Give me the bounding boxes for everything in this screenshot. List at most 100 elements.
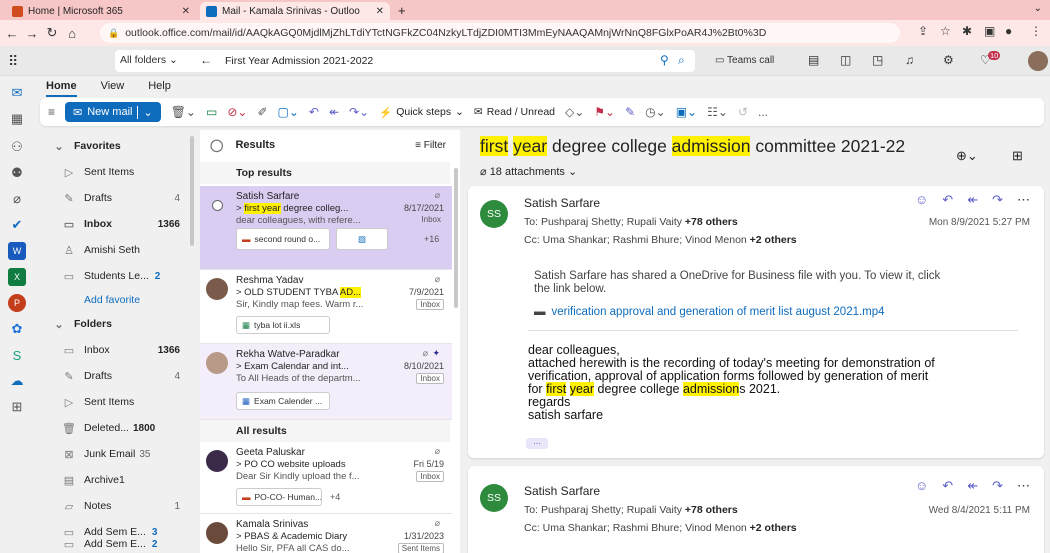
my-day-icon[interactable]: ◳ [872,53,883,67]
folder-item[interactable]: ✎ Drafts 4 [40,366,190,386]
folder-item[interactable]: ⊠ Junk Email 35 [40,444,190,464]
onedrive-link[interactable]: ▬ verification approval and generation of… [534,306,885,318]
attachment-chip[interactable]: ▬ second round o... [236,228,330,250]
folder-item[interactable]: ✎ Drafts 4 [40,188,190,208]
folder-item[interactable]: ▷ Sent Items [40,162,190,182]
avatar[interactable] [1028,51,1048,71]
pin-icon[interactable]: ✎ [625,105,635,119]
close-icon[interactable]: ✕ [182,6,190,17]
add-favorite-link[interactable]: Add favorite [40,290,190,310]
archive-icon[interactable]: ▭ [206,105,217,119]
hamburger-icon[interactable]: ≡ [48,105,55,119]
attachments-toggle[interactable]: ⌀ 18 attachments ⌄ [480,165,577,178]
reply-all-icon[interactable]: ↞ [967,478,978,494]
folder-item[interactable]: ▱ Notes 1 [40,496,190,516]
more-recipients[interactable]: +78 others [685,216,738,228]
zoom-icon[interactable]: ⊕⌄ [956,148,978,164]
calendar-icon[interactable]: ▦ [8,110,26,128]
flag-icon[interactable]: ⚑⌄ [594,105,615,119]
gear-icon[interactable]: ⚙ [943,53,954,67]
more-options-button[interactable]: ... [758,105,768,119]
chevron-down-icon[interactable]: ⌄ [137,105,153,119]
folder-item[interactable]: ▭ Students Le... 2 [40,266,190,286]
folder-scrollbar[interactable] [190,136,194,246]
select-checkbox[interactable] [212,200,223,211]
folders-header[interactable]: ⌄ Folders [40,314,190,334]
favorites-header[interactable]: ⌄ Favorites [40,136,190,156]
excel-icon[interactable]: X [8,268,26,286]
attachment-chip[interactable]: ▬ PO-CO- Human... [236,488,322,506]
onedrive-icon[interactable]: ☁ [8,372,26,390]
pin-icon[interactable]: ✦ [432,348,440,359]
list-item[interactable]: Rekha Watve-Paradkar ⌀ ✦ > Exam Calendar… [200,344,452,420]
url-field[interactable]: 🔒 outlook.office.com/mail/id/AAQkAGQ0Mjd… [100,23,900,43]
new-mail-button[interactable]: ✉ New mail ⌄ [65,102,161,122]
chevron-down-icon[interactable]: ⌄ [1034,3,1042,14]
tab-outlook-mail[interactable]: Mail - Kamala Srinivas - Outloo ✕ [200,2,390,20]
categorize-icon[interactable]: ◇⌄ [565,105,584,119]
forward-arrow-icon[interactable]: → [22,26,42,41]
list-item[interactable]: Kamala Srinivas ⌀ > PBAS & Academic Diar… [200,514,452,553]
tab-help[interactable]: Help [148,80,171,97]
message-sender[interactable]: Satish Sarfare [524,484,600,498]
emoji-reaction-icon[interactable]: ☺ [915,192,928,208]
sway-icon[interactable]: S [8,346,26,364]
reply-icon[interactable]: ↶ [942,478,953,494]
reload-icon[interactable]: ↻ [42,25,62,41]
todo-icon[interactable]: ✔ [8,216,26,234]
close-icon[interactable]: ✕ [376,6,384,17]
filter-button[interactable]: ≡ Filter [415,140,446,151]
open-new-window-icon[interactable]: ⊞ [1012,148,1023,164]
more-recipients[interactable]: +2 others [750,522,797,534]
tab-view[interactable]: View [101,80,125,97]
reply-all-icon[interactable]: ↞ [329,105,339,119]
emoji-reaction-icon[interactable]: ☺ [915,478,928,494]
teams-icon[interactable]: ✿ [8,320,26,338]
folder-item[interactable]: ▤ Archive1 [40,470,190,490]
folder-item[interactable]: 🗑 Deleted... 1800 [40,418,190,438]
forward-icon[interactable]: ↷⌄ [349,105,369,119]
sweep-icon[interactable]: ✐ [257,105,267,119]
reply-icon[interactable]: ↶ [942,192,953,208]
link-text[interactable]: verification approval and generation of … [552,306,885,318]
home-icon[interactable]: ⌂ [62,26,82,41]
extension-icon[interactable]: ✱ [962,24,972,38]
onenote-icon[interactable]: ◫ [840,53,851,67]
list-item[interactable]: Geeta Paluskar ⌀ > PO CO website uploads… [200,442,452,514]
search-input[interactable]: First Year Admission 2021-2022 [225,55,373,67]
rules-icon[interactable]: ▣⌄ [676,105,697,119]
new-tab-button[interactable]: + [398,3,406,18]
folder-item[interactable]: ▭ Add Sem E... 2 [40,535,190,553]
sidebar-icon[interactable]: ▣ [984,24,995,38]
folder-item[interactable]: ▭ Inbox 1366 [40,214,190,234]
read-unread-button[interactable]: ✉ Read / Unread [474,106,555,118]
share-icon[interactable]: ⇪ [918,24,928,38]
forward-icon[interactable]: ↷ [992,192,1003,208]
menu-kebab-icon[interactable]: ⋮ [1030,24,1042,38]
folder-item[interactable]: ▷ Sent Items [40,392,190,412]
message-sender[interactable]: Satish Sarfare [524,196,600,210]
move-icon[interactable]: ▢⌄ [278,105,299,119]
folder-item[interactable]: ♙ Amishi Seth [40,240,190,260]
select-all-checkbox[interactable]: ◯ [210,138,223,152]
back-arrow-icon[interactable]: ← [2,26,22,41]
quick-steps-button[interactable]: ⚡ Quick steps ⌄ [379,106,464,119]
more-recipients[interactable]: +2 others [750,234,797,246]
search-icon[interactable]: ⌕ [678,53,685,68]
show-more-button[interactable]: ... [526,437,548,449]
mail-icon[interactable]: ✉ [8,84,26,102]
bookmark-star-icon[interactable]: ☆ [940,24,951,38]
snooze-icon[interactable]: ◷⌄ [645,105,666,119]
people-icon[interactable]: ⚇ [8,138,26,156]
powerpoint-icon[interactable]: P [8,294,26,312]
teams-call-button[interactable]: ▭ Teams call [715,55,774,66]
undo-icon[interactable]: ↺ [738,105,748,119]
more-apps-icon[interactable]: ⊞ [8,398,26,416]
filter-icon[interactable]: ⚲ [660,53,669,67]
tab-home[interactable]: Home [46,80,77,97]
app-launcher-icon[interactable]: ⠿ [8,53,18,70]
report-icon[interactable]: ⊘⌄ [227,105,247,119]
list-item[interactable]: Reshma Yadav ⌀ > OLD STUDENT TYBA AD... … [200,270,452,344]
attachment-chip[interactable]: ▦ Exam Calender ... [236,392,330,410]
search-scope-dropdown[interactable]: All folders ⌄ [120,54,178,66]
